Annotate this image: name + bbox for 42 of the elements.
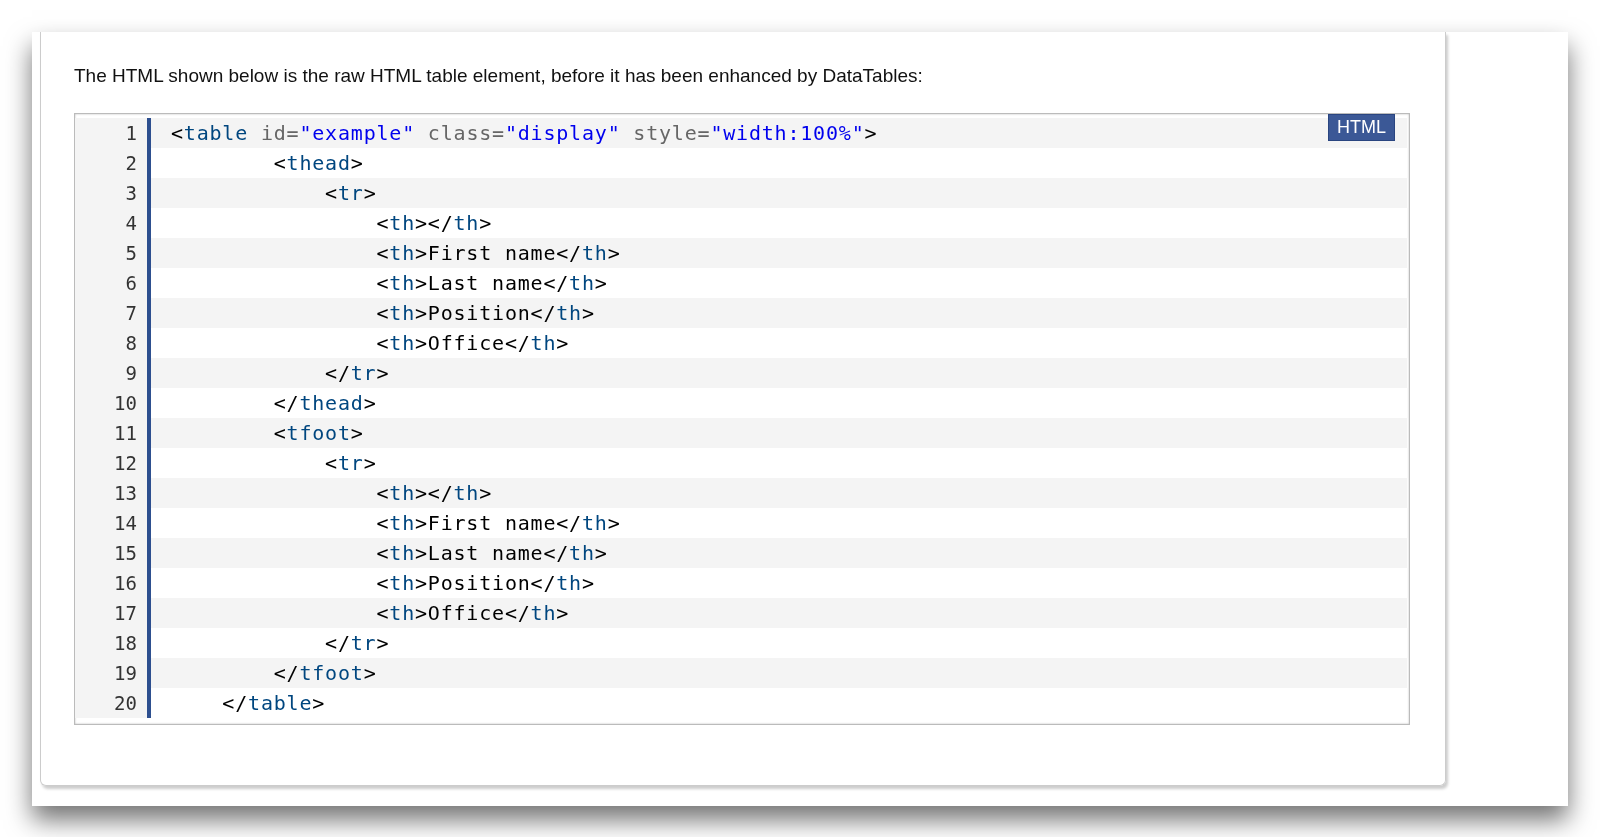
code-line: <th></th> [375, 211, 493, 235]
line-number: 8 [75, 328, 147, 358]
code-line: </tfoot> [272, 661, 377, 685]
code-line: <th>Position</th> [375, 571, 595, 595]
line-number: 1 [75, 118, 147, 148]
code-line: <th>Office</th> [375, 331, 570, 355]
line-number: 5 [75, 238, 147, 268]
line-number: 14 [75, 508, 147, 538]
line-number: 10 [75, 388, 147, 418]
language-badge: HTML [1328, 114, 1395, 141]
code-line: <tr> [324, 451, 377, 475]
line-number: 17 [75, 598, 147, 628]
line-number: 15 [75, 538, 147, 568]
code-line: <th></th> [375, 481, 493, 505]
line-number: 16 [75, 568, 147, 598]
code-line: <table id="example" class="display" style="width:100%"> [171, 121, 878, 145]
code-line: <thead> [272, 151, 364, 175]
code-line: <th>Office</th> [375, 601, 570, 625]
line-number: 20 [75, 688, 147, 718]
line-number: 11 [75, 418, 147, 448]
line-number: 9 [75, 358, 147, 388]
code-line: <tfoot> [272, 421, 364, 445]
intro-text: The HTML shown below is the raw HTML table element, before it has been enhanced by DataTables: [74, 65, 924, 87]
code-line: <th>First name</th> [375, 511, 621, 535]
code-line: </tr> [324, 631, 390, 655]
line-number: 18 [75, 628, 147, 658]
code-line: <th>Last name</th> [375, 271, 608, 295]
line-number: 13 [75, 478, 147, 508]
code-line: <th>Last name</th> [375, 541, 608, 565]
code-line: <tr> [324, 181, 377, 205]
code-line: <th>Position</th> [375, 301, 595, 325]
line-number: 12 [75, 448, 147, 478]
code-line: </tr> [324, 361, 390, 385]
line-number: 4 [75, 208, 147, 238]
code-line: </thead> [272, 391, 377, 415]
code-line: </table> [221, 691, 326, 715]
code-line: <th>First name</th> [375, 241, 621, 265]
line-number: 7 [75, 298, 147, 328]
line-number: 6 [75, 268, 147, 298]
line-number: 3 [75, 178, 147, 208]
line-number: 19 [75, 658, 147, 688]
line-number: 2 [75, 148, 147, 178]
